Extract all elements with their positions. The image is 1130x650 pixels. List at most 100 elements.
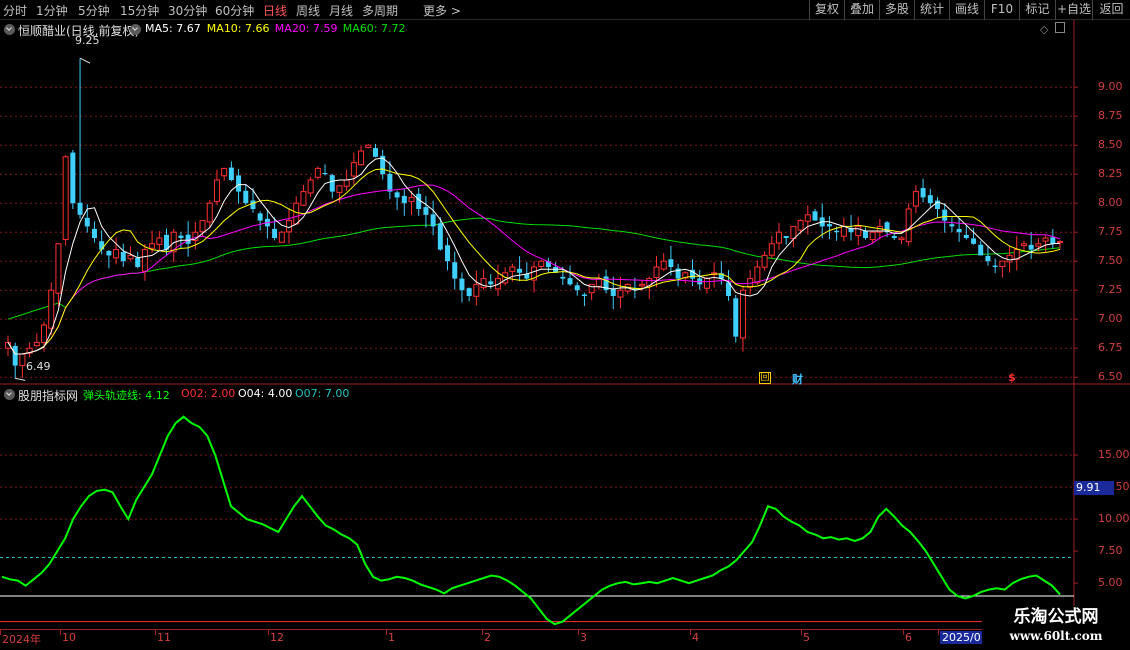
indicator-title: 股朋指标网 [18, 389, 79, 403]
candle-body [840, 225, 847, 237]
candle-body [963, 234, 969, 238]
indicator-y-tick-label: 5.00 [1098, 576, 1123, 590]
candle-body [336, 185, 343, 193]
indicator-layer [1, 415, 1061, 626]
candle-body [228, 167, 234, 180]
candle-body [775, 231, 782, 244]
x-tick-mark [60, 629, 61, 635]
dividend-marker-icon[interactable]: $ [1008, 371, 1016, 384]
candle-body [272, 228, 278, 238]
candle-body [62, 156, 69, 240]
candle-body [106, 250, 112, 256]
main-y-tick-label: 9.00 [1098, 80, 1123, 94]
candle-body [942, 209, 948, 221]
candle-body [1028, 244, 1034, 250]
toolbar-button-2[interactable]: 多股 [879, 0, 914, 20]
candle-body [1020, 243, 1027, 247]
toolbar-button-6[interactable]: 标记 [1019, 0, 1055, 20]
candle-body [221, 167, 228, 177]
candle-body [423, 207, 429, 215]
candle-body [243, 190, 249, 204]
candle-body [1006, 254, 1013, 263]
candle-body [855, 225, 862, 237]
chart-settings-icon[interactable] [4, 24, 15, 35]
timeframe-8[interactable]: 月线 [329, 2, 353, 19]
toolbar-button-3[interactable]: 统计 [914, 0, 949, 20]
toolbar-button-0[interactable]: 复权 [809, 0, 844, 20]
x-tick-label: 12 [270, 631, 284, 644]
timeframe-1[interactable]: 1分钟 [36, 2, 68, 19]
candle-body [91, 228, 97, 238]
candle-body [408, 196, 415, 203]
window-icon[interactable] [1055, 22, 1065, 33]
timeframe-9[interactable]: 多周期 [362, 2, 398, 19]
stock-menu-icon[interactable] [130, 24, 141, 35]
timeframe-7[interactable]: 周线 [296, 2, 320, 19]
candle-body [905, 208, 912, 243]
candle-body [826, 224, 832, 227]
candle-body [250, 200, 256, 209]
candle-body [452, 262, 458, 279]
timeframe-5[interactable]: 60分钟 [215, 2, 254, 19]
timeframe-6[interactable]: 日线 [263, 2, 287, 19]
candle-body [560, 276, 566, 279]
timeframe-0[interactable]: 分时 [3, 2, 27, 19]
indicator-line-label-3: O07: 7.00 [295, 387, 350, 400]
x-tick-mark [903, 629, 904, 635]
candle-body [783, 235, 789, 238]
candle-body [48, 289, 55, 329]
x-tick-label: 4 [692, 631, 699, 644]
review-marker-icon[interactable]: 回 [759, 372, 771, 384]
candle-body [394, 192, 400, 198]
more-button[interactable]: 更多 > [423, 2, 461, 19]
toolbar-button-5[interactable]: F10 [984, 0, 1019, 20]
toolbar-button-7[interactable]: +自选 [1055, 0, 1092, 20]
toolbar-button-8[interactable]: 返回 [1092, 0, 1130, 20]
candle-body [473, 283, 480, 297]
x-tick-label: 10 [62, 631, 76, 644]
candle-body [372, 148, 378, 157]
indicator-line-label-1: O02: 2.00 [181, 387, 236, 400]
watermark: 乐淘公式网 www.60lt.com [982, 606, 1130, 650]
ma-label-0: MA5: 7.67 [145, 22, 201, 35]
timeframe-3[interactable]: 15分钟 [120, 2, 159, 19]
candle-body [660, 260, 667, 270]
x-tick-label: 11 [157, 631, 171, 644]
chart-toolbar: 分时 1分钟 5分钟 15分钟 30分钟 60分钟 日线 周线 月线 多周期 更多 > 复权 叠加 多股统… [0, 0, 1130, 20]
candle-body [949, 224, 955, 227]
main-y-tick-label: 7.25 [1098, 283, 1123, 297]
candle-body [985, 255, 991, 262]
indicator-settings-icon[interactable] [4, 389, 15, 400]
x-tick-mark [0, 629, 1, 635]
candle-body [761, 254, 768, 268]
candle-body [754, 266, 761, 284]
candle-body [41, 324, 48, 343]
x-tick-label: 1 [388, 631, 395, 644]
toolbar-button-4[interactable]: 画线 [949, 0, 984, 20]
candle-body [437, 223, 443, 250]
x-tick-mark [801, 629, 802, 635]
x-tick-label: 5 [803, 631, 810, 644]
candle-body [19, 353, 26, 367]
candle-body [430, 214, 436, 227]
candle-body [639, 283, 646, 287]
watermark-url: www.60lt.com [1009, 629, 1103, 643]
candle-body [574, 285, 580, 291]
candle-body [1035, 243, 1042, 247]
candle-body [12, 345, 18, 366]
candle-body [653, 266, 660, 278]
diamond-icon[interactable]: ◇ [1040, 23, 1048, 36]
timeframe-2[interactable]: 5分钟 [78, 2, 110, 19]
candle-body [141, 249, 148, 272]
candle-body [343, 179, 350, 187]
candle-body [1057, 240, 1063, 244]
x-tick-label: 2024年 [2, 633, 41, 646]
finance-marker-icon[interactable]: 财 [792, 371, 803, 387]
candle-body [768, 243, 775, 256]
x-tick-mark [482, 629, 483, 635]
timeframe-4[interactable]: 30分钟 [168, 2, 207, 19]
candle-body [912, 191, 919, 207]
candle-body [156, 237, 163, 245]
ma-label-1: MA10: 7.66 [206, 22, 270, 35]
toolbar-button-1[interactable]: 叠加 [844, 0, 879, 20]
